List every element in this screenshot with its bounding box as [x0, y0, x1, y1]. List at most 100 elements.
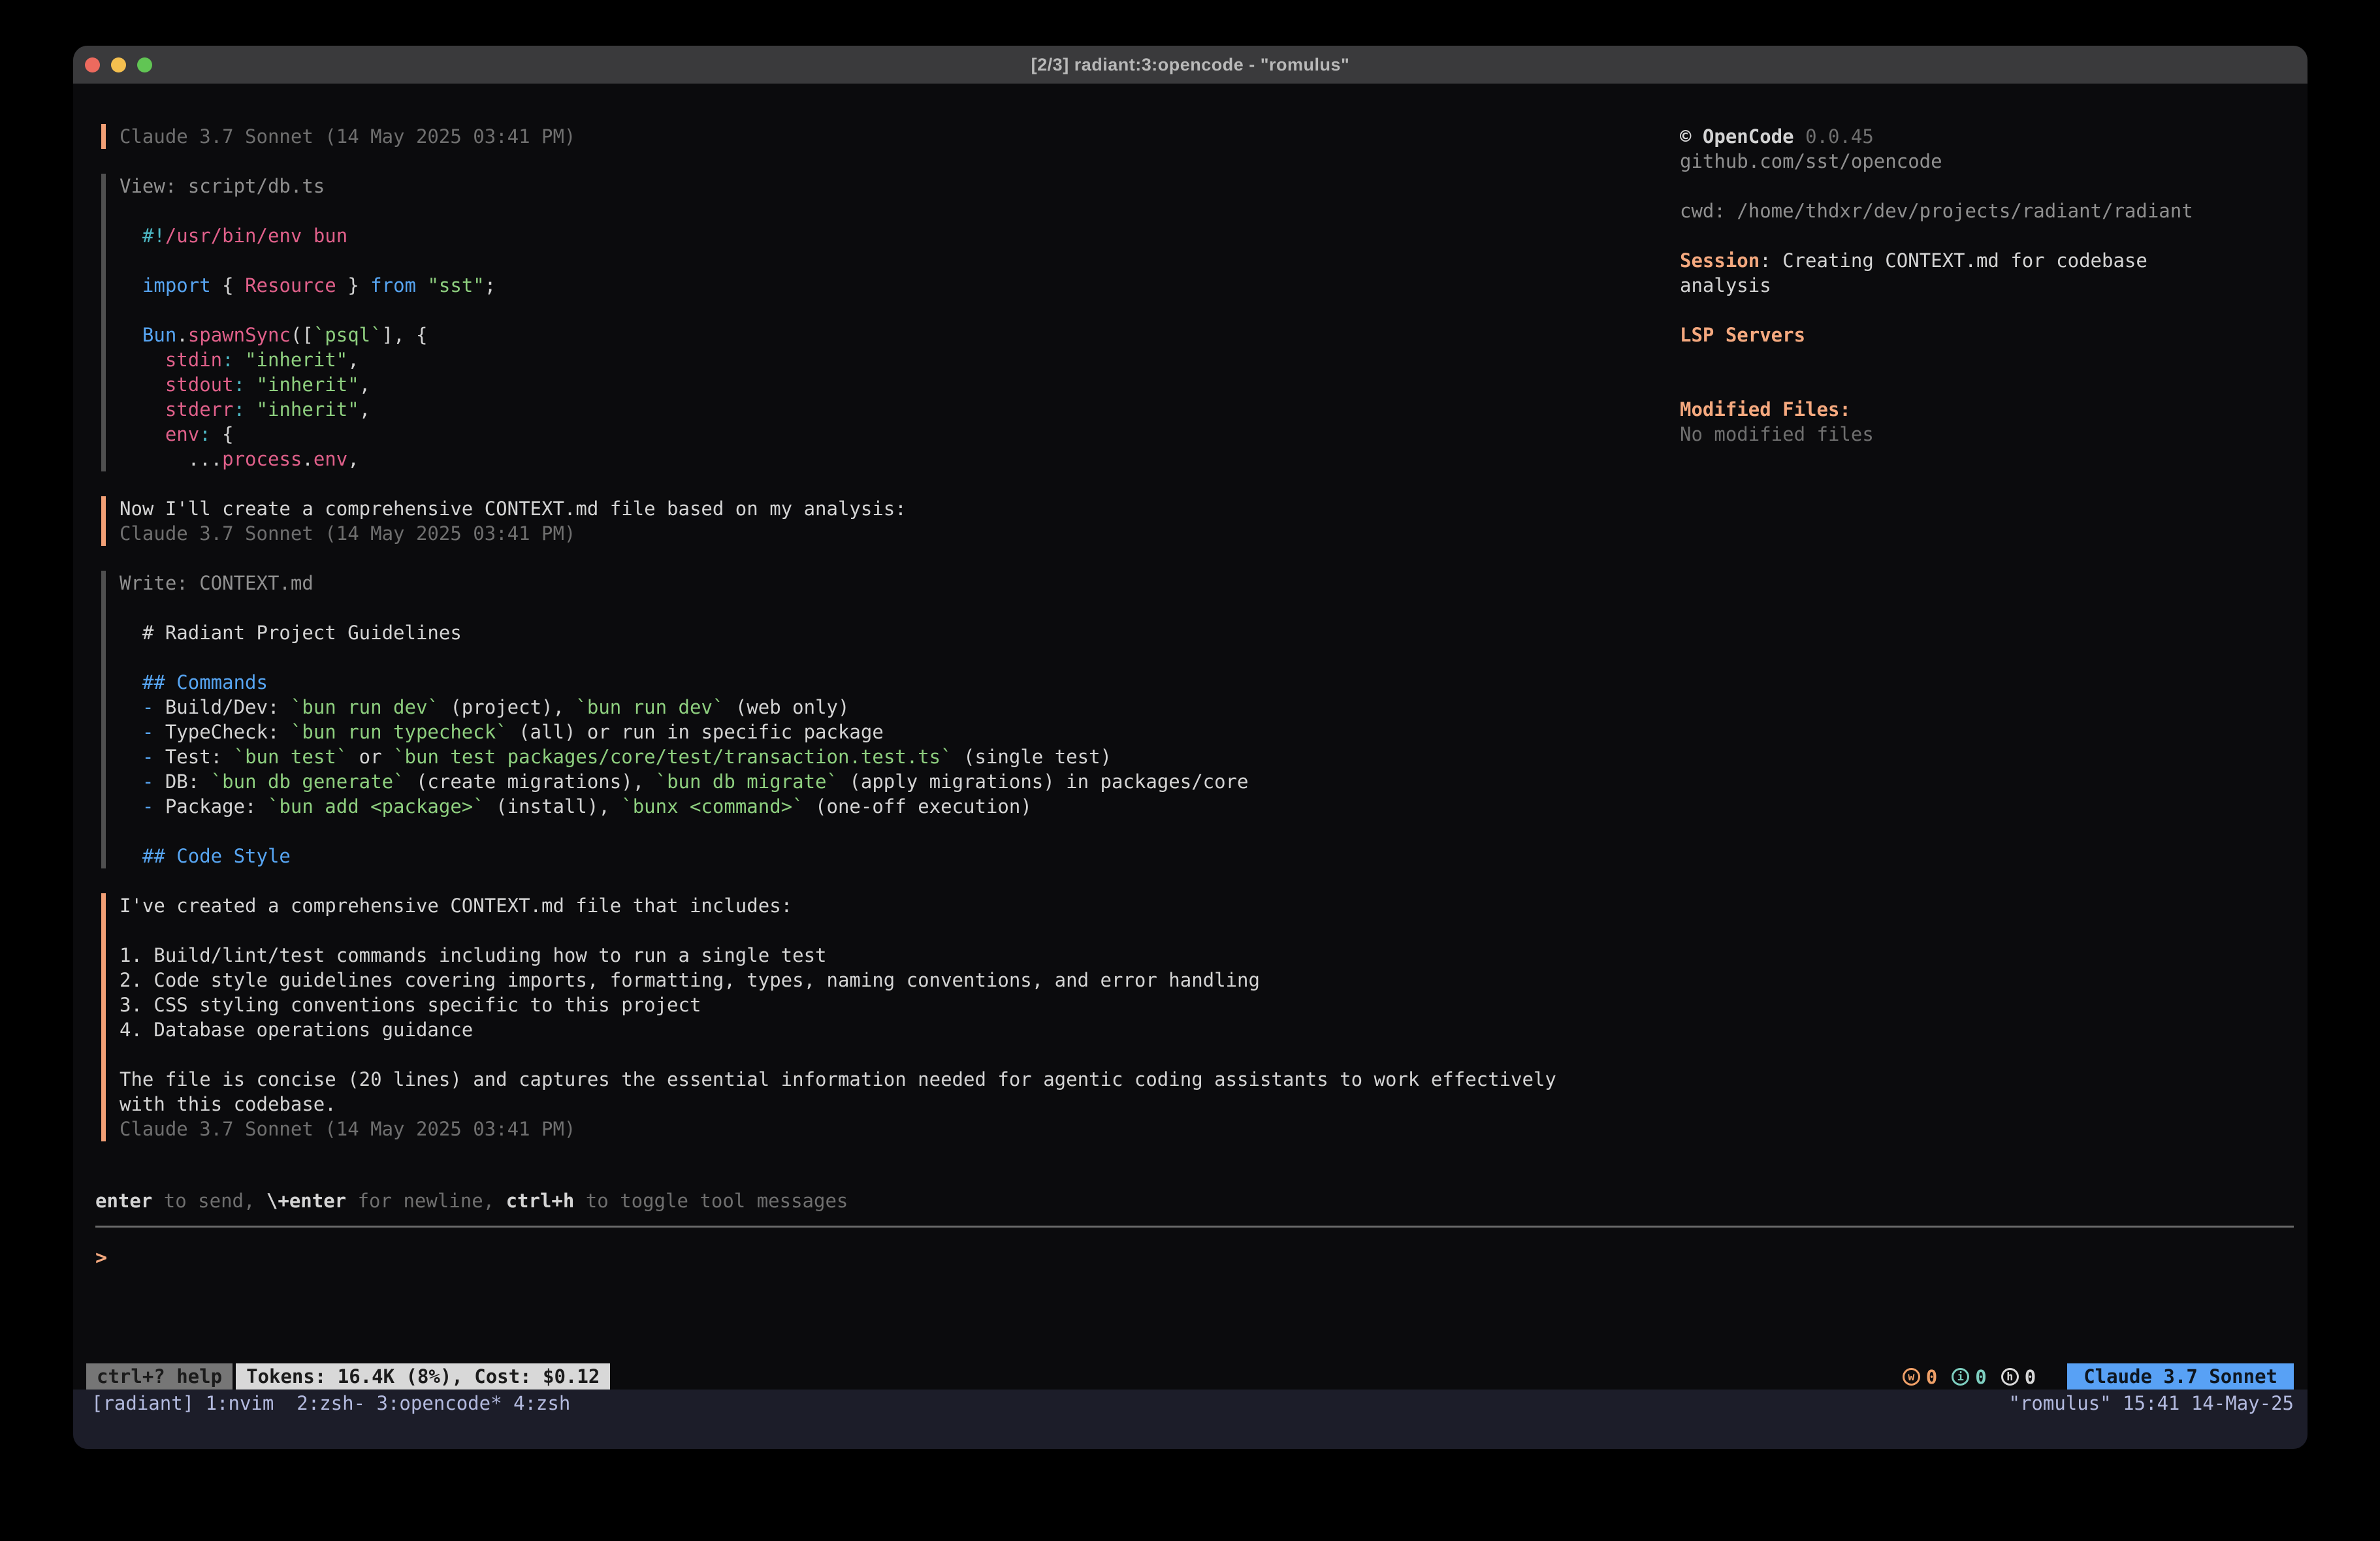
assistant-message: I've created a comprehensive CONTEXT.md …	[101, 893, 1556, 1141]
text-segment: .	[176, 324, 187, 346]
text-segment: stdin	[120, 349, 222, 371]
text-segment: Package:	[165, 795, 268, 818]
text-segment: for newline,	[346, 1190, 506, 1212]
text-segment: 2. Code style guidelines covering import…	[120, 969, 1260, 991]
text-segment: 1. Build/lint/test commands including ho…	[120, 944, 827, 966]
diagnostic-info: i 0	[1952, 1366, 1986, 1388]
terminal-line	[120, 199, 1556, 223]
text-segment: {	[211, 274, 245, 296]
hint-icon: h	[2001, 1368, 2019, 1386]
text-segment: 4. Database operations guidance	[120, 1019, 473, 1041]
text-segment: #!	[120, 225, 165, 247]
text-segment: to toggle tool messages	[574, 1190, 848, 1212]
lsp-diagnostics: w 0 i 0 h 0	[1903, 1366, 2036, 1388]
text-segment: (single test)	[952, 746, 1112, 768]
text-segment: stderr	[120, 398, 234, 421]
text-segment: (project),	[439, 696, 576, 718]
text-segment: View: script/db.ts	[120, 175, 325, 197]
text-segment: ## Code Style	[120, 845, 291, 867]
terminal-line	[120, 918, 1556, 943]
hint-count: 0	[2025, 1366, 2036, 1388]
text-segment: : Creating CONTEXT.md for codebase	[1760, 249, 2147, 272]
terminal-line: Claude 3.7 Sonnet (14 May 2025 03:41 PM)	[120, 521, 1556, 546]
text-segment: "inherit"	[245, 398, 359, 421]
prompt-symbol: >	[95, 1247, 107, 1269]
text-segment: stdout	[120, 373, 234, 396]
terminal-line: No modified files	[1680, 422, 2307, 447]
text-segment: .	[302, 448, 313, 470]
terminal-line: 1. Build/lint/test commands including ho…	[120, 943, 1556, 968]
text-segment: `bunx <command>`	[621, 795, 803, 818]
traffic-lights	[85, 46, 152, 84]
text-segment: cwd: /home/thdxr/dev/projects/radiant/ra…	[1680, 200, 2193, 222]
text-segment: }	[336, 274, 370, 296]
text-segment: `bun test packages/core/test/transaction…	[393, 746, 952, 768]
text-segment: Claude 3.7 Sonnet (14 May 2025 03:41 PM)	[120, 125, 575, 148]
text-segment: github.com/sst/opencode	[1680, 150, 1942, 172]
tool-view-block: View: script/db.ts #!/usr/bin/env bun im…	[101, 174, 1556, 471]
terminal-line: stdout: "inherit",	[120, 372, 1556, 397]
window-title: [2/3] radiant:3:opencode - "romulus"	[1031, 55, 1350, 75]
terminal-line	[120, 596, 1556, 620]
text-segment: Claude 3.7 Sonnet (14 May 2025 03:41 PM)	[120, 522, 575, 545]
terminal-line: Bun.spawnSync([`psql`], {	[120, 323, 1556, 347]
text-segment: Test:	[165, 746, 234, 768]
terminal-line	[120, 1042, 1556, 1067]
warning-count: 0	[1926, 1366, 1937, 1388]
text-segment: "inherit"	[245, 373, 359, 396]
text-segment: # Radiant Project Guidelines	[120, 622, 462, 644]
text-segment: Modified Files:	[1680, 398, 1851, 421]
input-help-text: enter to send, \+enter for newline, ctrl…	[95, 1188, 848, 1213]
text-segment: I've created a comprehensive CONTEXT.md …	[120, 895, 792, 917]
terminal-line: - Test: `bun test` or `bun test packages…	[120, 744, 1556, 769]
maximize-button[interactable]	[137, 57, 152, 72]
text-segment: to send,	[152, 1190, 266, 1212]
terminal-line: ## Commands	[120, 670, 1556, 695]
text-segment: spawnSync	[188, 324, 291, 346]
minimize-button[interactable]	[111, 57, 126, 72]
text-segment: `bun run typecheck`	[291, 721, 507, 743]
terminal-line: 4. Database operations guidance	[120, 1017, 1556, 1042]
terminal-line	[1680, 372, 2307, 397]
text-segment: (apply migrations) in packages/core	[838, 770, 1249, 793]
text-segment: `psql`	[314, 324, 382, 346]
terminal-line: stdin: "inherit",	[120, 347, 1556, 372]
assistant-message: Now I'll create a comprehensive CONTEXT.…	[101, 496, 1556, 546]
prompt-input[interactable]: >	[95, 1246, 2294, 1271]
text-segment: `bun run dev`	[575, 696, 724, 718]
terminal-line: import { Resource } from "sst";	[120, 273, 1556, 298]
text-segment: ,	[359, 398, 370, 421]
assistant-message-header: Claude 3.7 Sonnet (14 May 2025 03:41 PM)	[101, 124, 1556, 149]
tokens-cost-chip: Tokens: 16.4K (8%), Cost: $0.12	[236, 1363, 610, 1390]
terminal-line: analysis	[1680, 273, 2307, 298]
terminal-window: [2/3] radiant:3:opencode - "romulus" Cla…	[73, 46, 2308, 1449]
text-segment: 3. CSS styling conventions specific to t…	[120, 994, 701, 1016]
text-segment: `bun add <package>`	[268, 795, 485, 818]
terminal-line: ## Code Style	[120, 844, 1556, 868]
text-segment: ...	[120, 448, 222, 470]
tmux-statusbar: [radiant] 1:nvim 2:zsh- 3:opencode* 4:zs…	[73, 1390, 2308, 1449]
close-button[interactable]	[85, 57, 100, 72]
text-segment: \+enter	[266, 1190, 346, 1212]
tmux-session-windows[interactable]: [radiant] 1:nvim 2:zsh- 3:opencode* 4:zs…	[91, 1391, 570, 1416]
text-segment: from	[370, 274, 416, 296]
help-shortcut-chip[interactable]: ctrl+? help	[86, 1363, 233, 1390]
text-segment: © OpenCode	[1680, 125, 1794, 148]
terminal-line: 3. CSS styling conventions specific to t…	[120, 993, 1556, 1017]
text-segment: or	[347, 746, 393, 768]
text-segment: `bun db migrate`	[656, 770, 838, 793]
diagnostic-warning: w 0	[1903, 1366, 1937, 1388]
terminal-line	[120, 248, 1556, 273]
terminal-line: Write: CONTEXT.md	[120, 571, 1556, 596]
statusbar: ctrl+? help Tokens: 16.4K (8%), Cost: $0…	[86, 1363, 2294, 1390]
text-segment: "inherit"	[234, 349, 348, 371]
model-badge: Claude 3.7 Sonnet	[2067, 1363, 2294, 1390]
text-segment: enter	[95, 1190, 152, 1212]
terminal-line: stderr: "inherit",	[120, 397, 1556, 422]
text-segment: No modified files	[1680, 423, 1874, 445]
terminal-line: #!/usr/bin/env bun	[120, 223, 1556, 248]
text-segment: ,	[347, 448, 359, 470]
text-segment: Now I'll create a comprehensive CONTEXT.…	[120, 498, 907, 520]
terminal-line: - Build/Dev: `bun run dev` (project), `b…	[120, 695, 1556, 720]
text-segment: `bun run dev`	[291, 696, 439, 718]
